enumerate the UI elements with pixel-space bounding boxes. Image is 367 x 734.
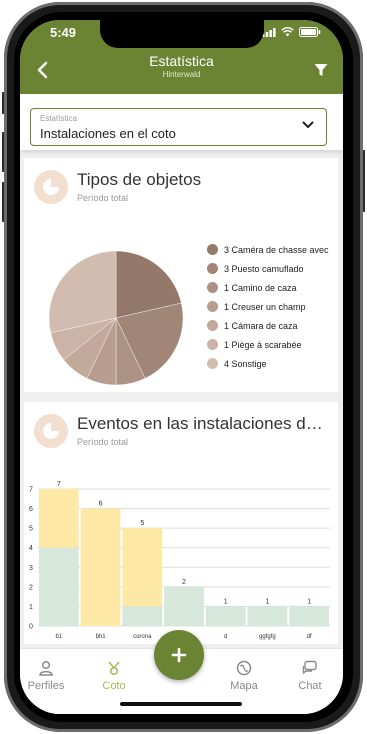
legend-label: 3 Caméra de chasse avec <box>224 244 329 255</box>
bar-segment[interactable] <box>80 508 121 626</box>
legend-item[interactable]: 3 Caméra de chasse avec <box>207 240 337 259</box>
card-title: Tipos de objetos <box>77 170 202 189</box>
legend-label: 1 Camino de caza <box>224 282 297 293</box>
select-label: Estatística <box>40 114 77 123</box>
bar-segment[interactable] <box>247 606 288 626</box>
nav-item-coto[interactable]: Coto <box>84 659 144 692</box>
legend-label: 1 Cámara de caza <box>224 320 298 331</box>
y-tick-label: 2 <box>29 584 33 591</box>
signal-icon <box>262 27 276 37</box>
pie-chart <box>48 250 184 386</box>
bar-total-label: 1 <box>224 598 228 605</box>
nav-item-chat[interactable]: Chat <box>280 659 340 692</box>
x-tick-label: ggfgfg <box>259 634 276 640</box>
legend-label: 4 Sonstige <box>224 358 267 369</box>
bar-segment[interactable] <box>122 606 163 626</box>
card-subtitle: Período total <box>77 193 129 203</box>
bar-segment[interactable] <box>122 528 163 607</box>
status-time: 5:49 <box>50 25 77 40</box>
x-tick-label: d <box>224 634 227 640</box>
statistic-select[interactable]: Estatística Instalaciones en el coto <box>30 108 327 146</box>
legend-label: 1 Piège à scarabée <box>224 339 302 350</box>
legend-item[interactable]: 1 Camino de caza <box>207 278 337 297</box>
legend-label: 3 Puesto camuflado <box>224 263 304 274</box>
object-types-card: Tipos de objetos Período total 3 Caméra … <box>24 158 338 392</box>
pie-chart-icon <box>34 414 68 448</box>
nav-label: Mapa <box>230 680 258 692</box>
legend-item[interactable]: 4 Sonstige <box>207 354 337 373</box>
legend-swatch <box>207 358 218 369</box>
legend-swatch <box>207 282 218 293</box>
legend-item[interactable]: 1 Cámara de caza <box>207 316 337 335</box>
plus-icon <box>171 647 187 663</box>
bar-chart: 012345677b16bh15corona2g1d1ggfgfg1df <box>29 481 330 640</box>
nav-label: Coto <box>102 680 126 692</box>
y-tick-label: 3 <box>29 565 33 572</box>
bar-total-label: 5 <box>140 520 144 527</box>
nav-item-map[interactable]: Mapa <box>214 659 274 692</box>
events-card: Eventos en las instalaciones de caza Per… <box>24 402 338 644</box>
legend-swatch <box>207 320 218 331</box>
battery-icon <box>299 27 321 37</box>
bar-total-label: 1 <box>307 598 311 605</box>
bar-segment[interactable] <box>205 606 246 626</box>
filter-button[interactable] <box>307 56 335 84</box>
home-indicator <box>120 702 242 706</box>
x-tick-label: bh1 <box>96 634 107 640</box>
legend-label: 1 Creuser un champ <box>224 301 306 312</box>
y-tick-label: 0 <box>29 624 33 631</box>
legend-swatch <box>207 339 218 350</box>
filter-icon <box>314 64 328 76</box>
legend-item[interactable]: 1 Creuser un champ <box>207 297 337 316</box>
chat-icon <box>302 660 317 675</box>
page-subtitle: Hinterwald <box>162 70 201 79</box>
bar-segment[interactable] <box>39 547 79 626</box>
x-tick-label: b1 <box>56 634 63 640</box>
pie-chart-icon <box>34 170 68 204</box>
bar-total-label: 7 <box>57 481 61 488</box>
bar-segment[interactable] <box>39 489 79 548</box>
hunting-ground-icon <box>108 661 120 676</box>
notch <box>100 20 264 48</box>
y-tick-label: 7 <box>29 487 33 494</box>
bar-segment[interactable] <box>164 586 204 626</box>
y-tick-label: 5 <box>29 526 33 533</box>
y-tick-label: 4 <box>29 545 33 552</box>
main-content: Estatística Instalaciones en el coto Tip… <box>20 94 343 674</box>
screen: 5:49 Estatística Hinterwald Estatística … <box>20 20 343 714</box>
app-bar: Estatística Hinterwald <box>20 46 343 94</box>
nav-label: Perfiles <box>27 680 65 692</box>
legend-swatch <box>207 244 218 255</box>
legend-item[interactable]: 3 Puesto camuflado <box>207 259 337 278</box>
bar-total-label: 2 <box>182 579 186 586</box>
y-tick-label: 1 <box>29 604 33 611</box>
bar-total-label: 6 <box>99 501 103 508</box>
status-icons <box>262 27 321 37</box>
legend-swatch <box>207 301 218 312</box>
legend-swatch <box>207 263 218 274</box>
x-tick-label: df <box>307 634 312 640</box>
pie-legend: 3 Caméra de chasse avec 3 Puesto camuflad… <box>207 240 337 373</box>
card-title: Eventos en las instalaciones de caza <box>77 414 332 433</box>
profiles-icon <box>39 660 53 676</box>
chevron-down-icon <box>302 121 314 128</box>
add-button[interactable] <box>154 630 204 680</box>
nav-item-profiles[interactable]: Perfiles <box>20 659 76 692</box>
wifi-icon <box>281 27 294 37</box>
filter-bar: Estatística Instalaciones en el coto <box>20 94 343 150</box>
bar-segment[interactable] <box>289 606 329 626</box>
nav-label: Chat <box>298 680 322 692</box>
y-tick-label: 6 <box>29 506 33 513</box>
select-value: Instalaciones en el coto <box>40 126 176 141</box>
bar-total-label: 1 <box>265 598 269 605</box>
page-title: Estatística <box>149 53 214 69</box>
x-tick-label: corona <box>133 634 152 640</box>
card-subtitle: Período total <box>77 437 129 447</box>
globe-icon <box>236 660 252 676</box>
legend-item[interactable]: 1 Piège à scarabée <box>207 335 337 354</box>
